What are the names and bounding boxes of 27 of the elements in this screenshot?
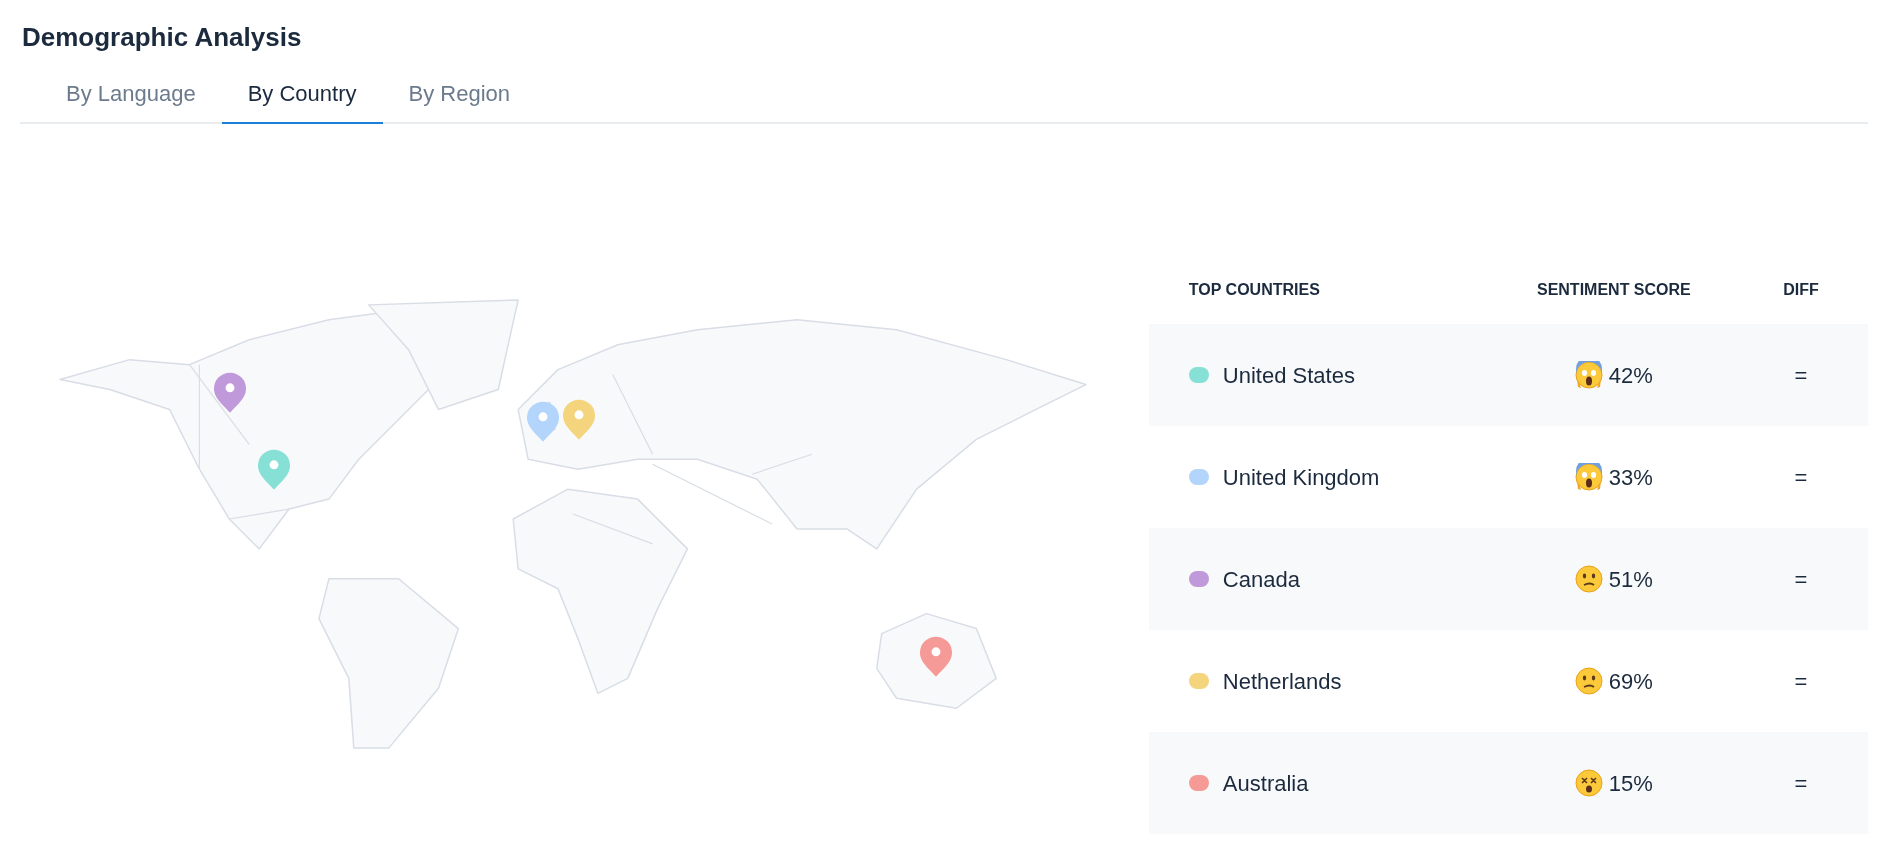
- map-pin-icon[interactable]: [256, 449, 291, 490]
- country-name: Netherlands: [1222, 667, 1342, 696]
- sentiment-score: 15%: [1608, 769, 1653, 798]
- column-header: SENTIMENT SCORE: [1536, 280, 1691, 301]
- sentiment-score: 42%: [1608, 361, 1653, 390]
- map-pin-icon[interactable]: [561, 398, 596, 440]
- map-pin-icon[interactable]: [918, 635, 953, 677]
- map-pin-icon[interactable]: [212, 372, 247, 414]
- tab[interactable]: By Language: [40, 71, 222, 125]
- country-name: Canada: [1222, 565, 1300, 594]
- sentiment-score: 33%: [1608, 463, 1653, 492]
- column-header: DIFF: [1783, 280, 1819, 301]
- country-name: Australia: [1222, 769, 1309, 798]
- country-name: United States: [1222, 361, 1355, 390]
- diff-value: =: [1794, 565, 1808, 594]
- tab[interactable]: By Region: [382, 71, 536, 125]
- diff-value: =: [1794, 463, 1808, 492]
- diff-value: =: [1794, 769, 1808, 798]
- page-title: Demographic Analysis: [22, 22, 303, 54]
- column-header: TOP COUNTRIES: [1188, 280, 1320, 301]
- map-pin-icon[interactable]: [526, 401, 561, 443]
- tab[interactable]: By Country: [221, 71, 383, 125]
- diff-value: =: [1794, 361, 1808, 390]
- country-name: United Kingdom: [1222, 463, 1380, 492]
- sentiment-score: 51%: [1608, 565, 1653, 594]
- sentiment-score: 69%: [1608, 667, 1653, 696]
- diff-value: =: [1794, 667, 1808, 696]
